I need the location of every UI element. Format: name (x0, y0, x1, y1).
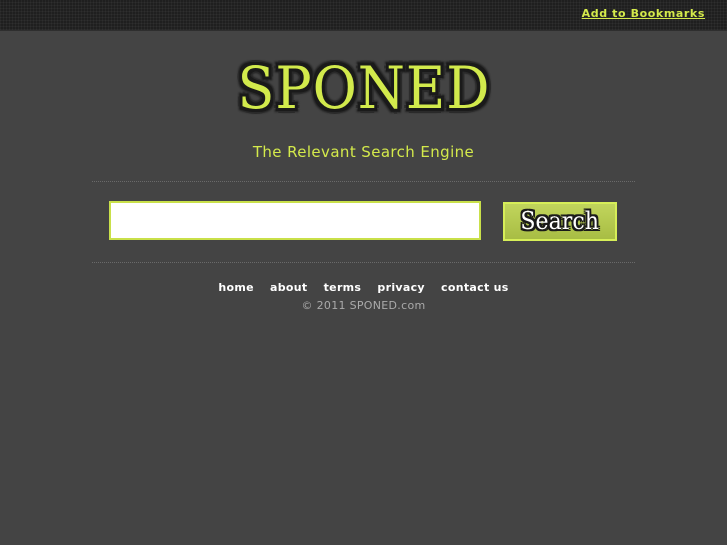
divider-top (92, 181, 635, 182)
tagline: The Relevant Search Engine (252, 143, 475, 161)
footer-nav: home about terms privacy contact us (0, 281, 727, 294)
footer-link-privacy[interactable]: privacy (377, 281, 424, 294)
footer-link-about[interactable]: about (270, 281, 307, 294)
top-bar: Add to Bookmarks (0, 0, 727, 31)
logo-text: SPONED (237, 54, 490, 122)
footer-link-terms[interactable]: terms (324, 281, 362, 294)
search-input[interactable] (109, 201, 481, 240)
site-logo: SPONED (0, 52, 727, 124)
search-button-label: Search (520, 207, 600, 235)
copyright-text: © 2011 SPONED.com (301, 299, 426, 312)
divider-bottom (92, 262, 635, 263)
footer-link-home[interactable]: home (218, 281, 254, 294)
footer-link-contact-us[interactable]: contact us (441, 281, 509, 294)
search-button[interactable]: Search (503, 202, 617, 241)
add-to-bookmarks-link[interactable]: Add to Bookmarks (582, 7, 705, 20)
